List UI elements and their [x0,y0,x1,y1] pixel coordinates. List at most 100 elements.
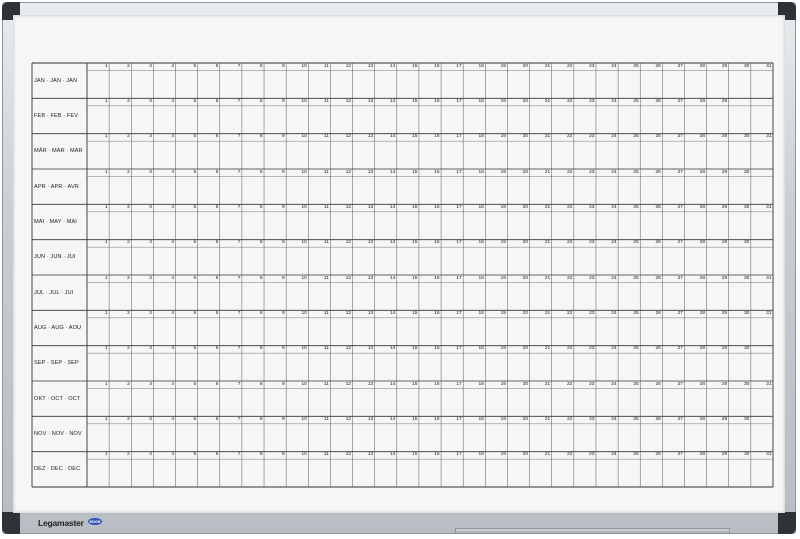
day-number: 9 [281,205,285,211]
day-number: 9 [281,417,285,423]
day-number: 1 [104,99,108,105]
day-number: 12 [345,134,352,140]
month-label: SEP · SEP · SEP [34,360,79,367]
day-number: 14 [389,311,396,317]
day-number: 4 [171,205,175,211]
day-number: 14 [389,134,396,140]
brand-name: Legamaster [38,518,84,528]
day-number: 15 [412,346,418,352]
day-number: 4 [171,134,175,140]
day-number: 23 [589,63,595,69]
day-number: 20 [522,63,529,69]
day-number: 24 [611,134,617,140]
day-number: 21 [544,134,551,140]
day-number: 2 [127,99,130,105]
day-number: 27 [677,63,683,69]
day-number: 10 [301,381,307,387]
day-number: 27 [677,417,683,423]
day-number: 21 [544,452,551,458]
day-number: 24 [611,63,617,69]
day-number: 26 [655,99,661,105]
day-number: 8 [259,240,263,246]
month-label: JAN · JAN · JAN [34,77,78,84]
day-number: 12 [345,452,352,458]
day-number: 15 [412,381,418,387]
day-number: 12 [345,311,352,317]
day-number: 16 [434,417,440,423]
day-number: 30 [744,452,750,458]
day-number: 6 [215,275,219,281]
day-number: 5 [193,417,197,423]
day-number: 12 [345,205,352,211]
day-number: 25 [633,452,639,458]
day-number: 11 [323,346,329,352]
day-number: 8 [259,381,263,387]
day-number: 26 [655,381,661,387]
day-number: 19 [500,99,506,105]
day-number: 1 [104,381,108,387]
day-number: 5 [193,311,197,317]
day-number: 20 [522,205,529,211]
day-number: 8 [259,99,263,105]
day-number: 4 [171,240,175,246]
day-number: 23 [589,381,595,387]
day-number: 29 [721,381,728,387]
day-number: 22 [566,169,573,175]
month-label: APR · APR · AVR [34,183,79,190]
day-number: 26 [655,240,661,246]
day-number: 10 [301,311,307,317]
day-number: 1 [104,63,108,69]
day-number: 25 [633,417,639,423]
day-number: 16 [434,346,440,352]
day-number: 19 [500,346,506,352]
day-number: 20 [522,99,529,105]
day-number: 2 [127,452,130,458]
day-number: 4 [171,417,175,423]
day-number: 24 [611,99,617,105]
day-number: 23 [589,134,595,140]
day-number: 5 [193,452,197,458]
day-number: 22 [566,417,573,423]
day-number: 30 [744,134,750,140]
day-number: 27 [677,240,683,246]
day-number: 8 [259,417,263,423]
day-number: 17 [456,63,462,69]
day-number: 27 [677,275,683,281]
day-number: 3 [149,63,152,69]
day-number: 25 [633,63,639,69]
day-number: 29 [721,99,728,105]
month-label: JUN · JUN · JUI [34,254,76,261]
day-number: 4 [171,311,175,317]
day-number: 31 [766,311,772,317]
day-number: 30 [744,417,750,423]
day-number: 15 [412,311,418,317]
day-number: 13 [367,169,374,175]
day-number: 17 [456,417,462,423]
day-number: 19 [500,381,506,387]
day-number: 26 [655,346,661,352]
day-number: 12 [345,275,352,281]
day-number: 6 [215,311,219,317]
day-number: 2 [127,134,130,140]
day-number: 6 [215,240,219,246]
day-number: 1 [104,452,108,458]
day-number: 8 [259,452,263,458]
day-number: 24 [611,346,617,352]
day-number: 20 [522,169,529,175]
day-number: 16 [434,275,440,281]
day-number: 7 [237,346,241,352]
day-number: 5 [193,346,197,352]
day-number: 27 [677,311,683,317]
day-number: 2 [127,169,130,175]
day-number: 9 [281,452,285,458]
day-number: 18 [478,99,484,105]
day-number: 22 [566,311,573,317]
day-number: 7 [237,452,241,458]
day-number: 7 [237,240,241,246]
day-number: 23 [589,311,595,317]
month-label: FEB · FEB · FEV [34,113,79,119]
day-number: 26 [655,452,661,458]
day-number: 26 [655,169,661,175]
day-number: 2 [127,311,130,317]
planner-grid[interactable] [0,0,800,539]
